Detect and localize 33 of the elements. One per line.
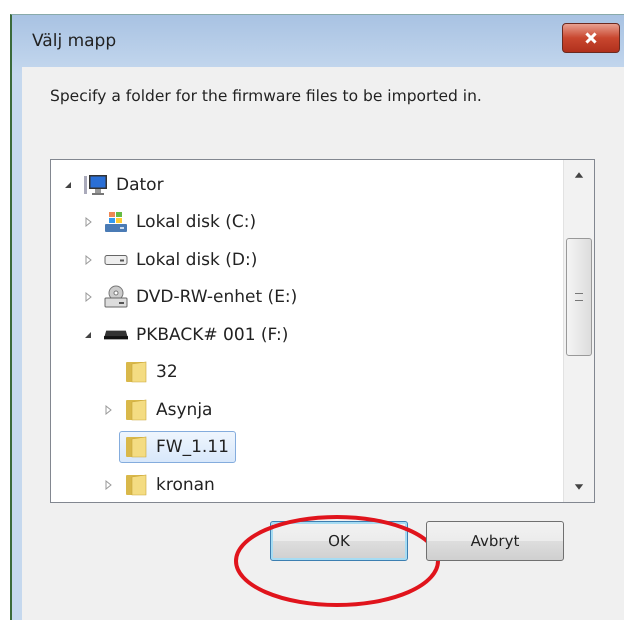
expand-arrow-icon[interactable] — [83, 292, 93, 302]
instruction-text: Specify a folder for the firmware files to be imported in. — [50, 87, 483, 105]
window-title: Välj mapp — [32, 31, 116, 51]
usb-drive-icon — [104, 330, 128, 340]
folder-icon — [124, 398, 148, 422]
expand-arrow-icon[interactable] — [83, 217, 93, 228]
system-drive-icon — [104, 210, 128, 234]
expand-arrow-icon[interactable] — [103, 480, 113, 490]
tree-item[interactable]: FW_1.11 — [119, 431, 236, 464]
folder-icon — [124, 360, 148, 384]
scrollbar[interactable] — [563, 160, 594, 502]
ok-button[interactable]: OK — [270, 521, 408, 561]
tree-item[interactable]: Asynja — [119, 394, 220, 426]
expand-arrow-icon[interactable] — [103, 404, 113, 415]
folder-icon — [124, 472, 148, 497]
tree-item[interactable]: Lokal disk (C:) — [99, 206, 264, 238]
computer-icon — [84, 172, 108, 197]
collapse-arrow-icon[interactable] — [63, 180, 73, 190]
dvd-drive-icon — [104, 285, 128, 310]
close-icon — [583, 30, 599, 46]
expand-arrow-icon[interactable] — [83, 254, 93, 265]
folder-icon — [124, 435, 148, 460]
tree-item[interactable]: kronan — [119, 468, 222, 501]
collapse-arrow-icon[interactable] — [83, 330, 93, 340]
cancel-button[interactable]: Avbryt — [426, 521, 564, 561]
close-button[interactable] — [562, 23, 620, 53]
drive-icon — [104, 254, 128, 265]
tree-item[interactable]: PKBACK# 001 (F:) — [99, 320, 296, 349]
tree-item[interactable]: DVD-RW-enhet (E:) — [99, 281, 304, 314]
tree-item[interactable]: Lokal disk (D:) — [99, 246, 264, 274]
tree-item[interactable]: 32 — [119, 356, 185, 388]
scroll-thumb[interactable] — [566, 238, 592, 356]
tree-item[interactable]: Dator — [79, 168, 171, 201]
